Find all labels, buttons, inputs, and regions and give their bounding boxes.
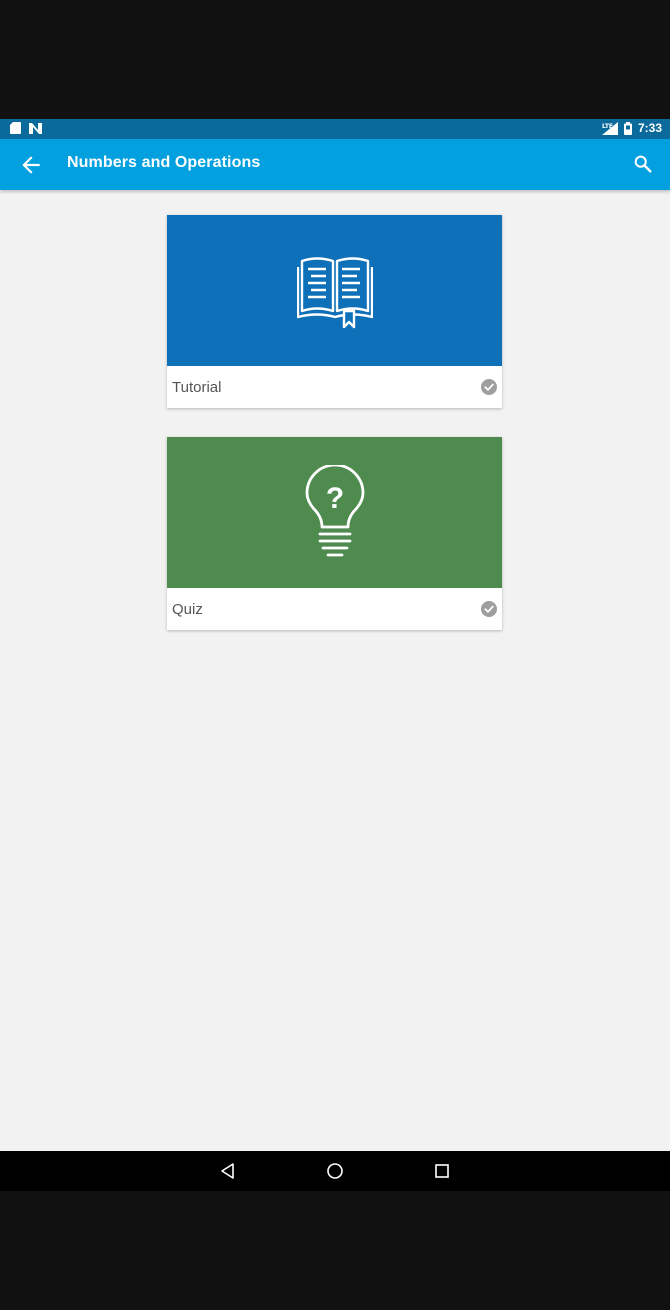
card-label: Quiz: [172, 601, 203, 618]
back-triangle-icon[interactable]: [218, 1161, 238, 1181]
tutorial-card[interactable]: Tutorial: [167, 215, 502, 408]
quiz-card[interactable]: ? Quiz: [167, 437, 502, 630]
recents-square-icon[interactable]: [432, 1161, 452, 1181]
sd-card-icon: [10, 122, 21, 134]
n-notification-icon: [29, 122, 42, 134]
quiz-label-row: Quiz: [167, 588, 502, 630]
navigation-bar: [0, 1151, 670, 1191]
check-circle-icon: [481, 601, 497, 617]
status-bar: LTE 7:33: [0, 119, 670, 139]
app-bar: Numbers and Operations: [0, 139, 670, 190]
tutorial-banner: [167, 215, 502, 366]
lightbulb-question-icon: ?: [305, 465, 364, 557]
battery-icon: [623, 121, 632, 135]
signal-icon: LTE: [601, 121, 618, 135]
status-time: 7:33: [637, 121, 662, 135]
quiz-banner: ?: [167, 437, 502, 588]
question-mark-text: ?: [325, 482, 343, 515]
card-label: Tutorial: [172, 379, 222, 396]
svg-text:LTE: LTE: [602, 123, 613, 130]
book-icon: [296, 257, 373, 329]
home-circle-icon[interactable]: [325, 1161, 345, 1181]
app-screen: LTE 7:33 Numbers and Operations Tutorial…: [0, 119, 670, 1191]
check-circle-icon: [481, 379, 497, 395]
arrow-back-icon[interactable]: [18, 152, 44, 178]
page-title: Numbers and Operations: [67, 154, 261, 171]
search-icon[interactable]: [632, 153, 654, 175]
tutorial-label-row: Tutorial: [167, 366, 502, 408]
